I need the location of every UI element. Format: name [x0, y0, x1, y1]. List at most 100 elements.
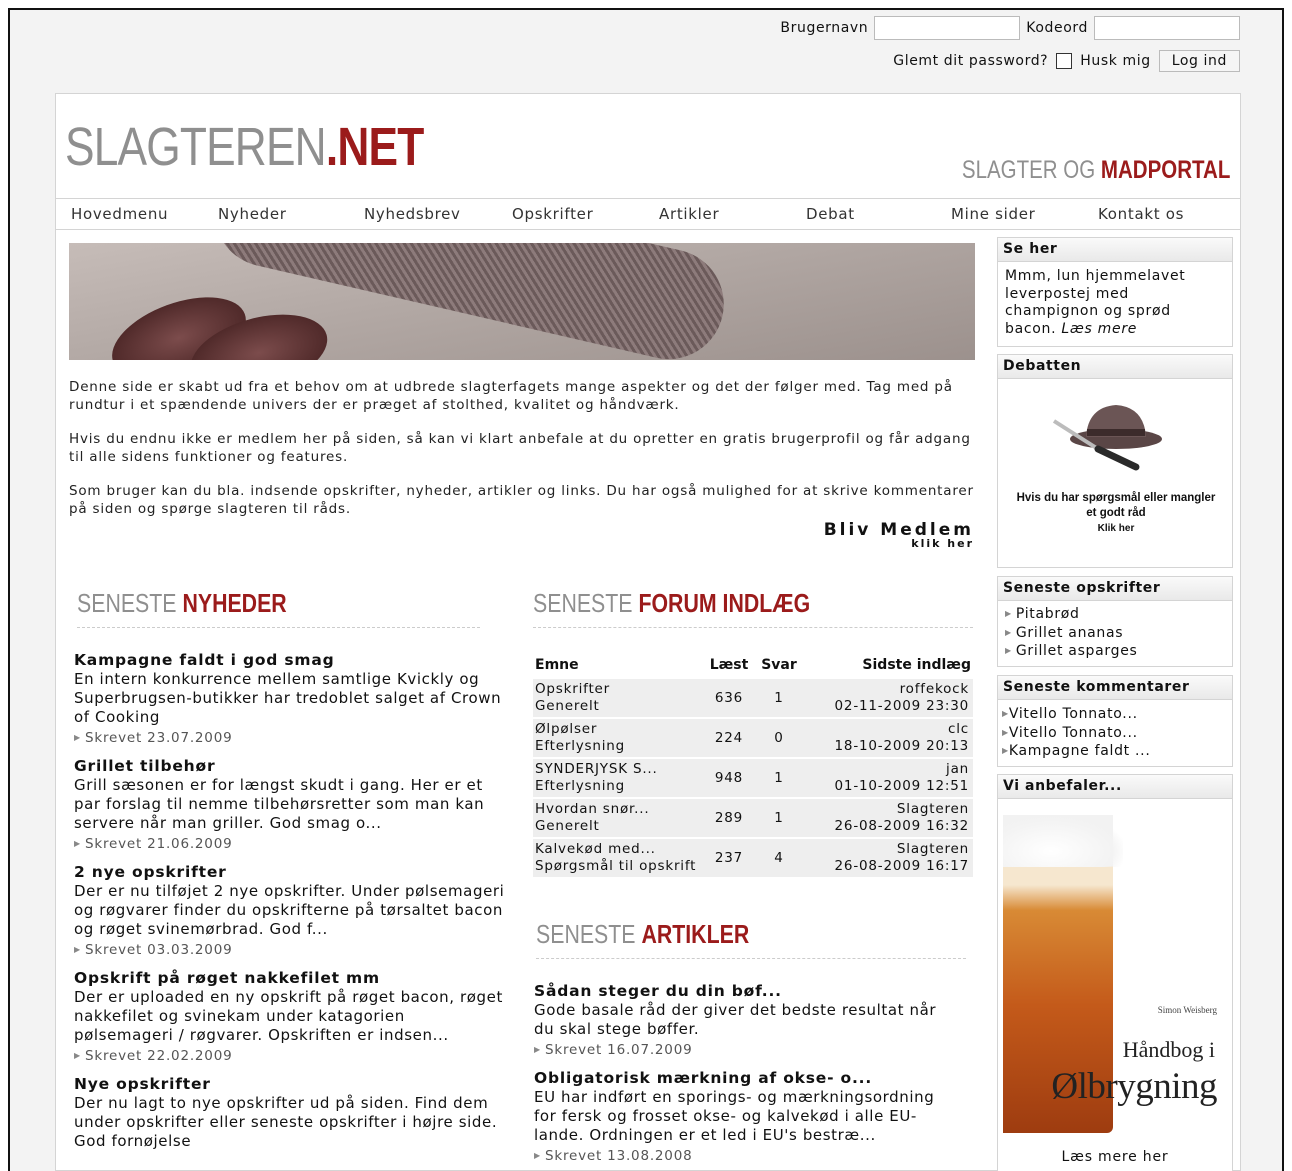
debatten-ad[interactable]: Hvis du har spørgsmål eller mangler et g…: [998, 379, 1232, 567]
debatten-click-here[interactable]: Klik her: [1016, 521, 1216, 536]
heading-red: FORUM INDLÆG: [638, 588, 811, 618]
nav-item-artikler[interactable]: Artikler: [659, 205, 719, 223]
news-date: ▶ Skrevet 23.07.2009: [74, 727, 506, 749]
heading-grey: SENESTE: [536, 919, 642, 949]
list-item[interactable]: ▶ Pitabrød: [1005, 605, 1225, 624]
book-cover[interactable]: Simon Weisberg Håndbog i Ølbrygning: [1003, 815, 1229, 1133]
comment-link[interactable]: Vitello Tonnato...: [1009, 725, 1138, 741]
tagline-grey: SLAGTER OG: [961, 156, 1101, 184]
nav-item-debat[interactable]: Debat: [806, 205, 855, 223]
comment-link[interactable]: Vitello Tonnato...: [1009, 706, 1138, 722]
forgot-password-link[interactable]: Glemt dit password?: [893, 53, 1048, 69]
last-post-user[interactable]: jan: [805, 761, 969, 778]
arrow-icon: ▶: [1005, 609, 1012, 618]
news-title[interactable]: Grillet tilbehør: [74, 757, 506, 776]
password-input[interactable]: [1094, 16, 1240, 40]
article-text: Gode basale råd der giver det bedste res…: [534, 1001, 937, 1038]
col-laest: Læst: [709, 657, 749, 673]
article-date: ▶ Skrevet 16.07.2009: [534, 1039, 954, 1061]
news-title[interactable]: Opskrift på røget nakkefilet mm: [74, 969, 506, 988]
table-row[interactable]: SYNDERJYSK S... Efterlysning 948 1 jan 01-…: [533, 759, 973, 797]
table-row[interactable]: Kalvekød med... Spørgsmål til opskrift 23…: [533, 839, 973, 877]
recipe-link[interactable]: Grillet ananas: [1016, 625, 1123, 641]
table-row[interactable]: Opskrifter Generelt 636 1 roffekock 02-11-…: [533, 679, 973, 717]
arrow-icon: ▶: [74, 945, 81, 954]
last-post-cell: Slagteren 26-08-2009 16:32: [803, 799, 973, 837]
news-date-text: Skrevet 23.07.2009: [84, 730, 233, 746]
read-more-here-link[interactable]: Læs mere her: [998, 1149, 1232, 1165]
intro-paragraph: Denne side er skabt ud fra et behov om a…: [69, 379, 953, 413]
last-post-cell: roffekock 02-11-2009 23:30: [803, 679, 973, 717]
list-item[interactable]: ▶Vitello Tonnato...: [1002, 724, 1225, 743]
debatten-box: Debatten Hvis du har spørgsmål eller man…: [997, 354, 1233, 568]
nav-item-nyheder[interactable]: Nyheder: [218, 205, 287, 223]
topic-cell: Opskrifter Generelt: [533, 679, 703, 717]
reply-count: 1: [755, 759, 803, 797]
table-row[interactable]: Ølpølser Efterlysning 224 0 clc 18-10-2009…: [533, 719, 973, 757]
last-post-user[interactable]: roffekock: [805, 681, 969, 698]
book-title-line1: Håndbog i: [1122, 1037, 1215, 1062]
recipe-link[interactable]: Grillet asparges: [1016, 643, 1138, 659]
intro-paragraph: Som bruger kan du bla. indsende opskrift…: [69, 483, 974, 517]
last-post-cell: clc 18-10-2009 20:13: [803, 719, 973, 757]
table-row[interactable]: Hvordan snør... Generelt 289 1 Slagteren 2…: [533, 799, 973, 837]
list-item[interactable]: ▶ Grillet ananas: [1005, 624, 1225, 643]
arrow-icon: ▶: [1002, 727, 1009, 737]
comments-box: Seneste kommentarer ▶Vitello Tonnato... …: [997, 675, 1233, 767]
username-input[interactable]: [874, 16, 1021, 40]
topic-title[interactable]: Kalvekød med...: [535, 841, 701, 858]
site-logo[interactable]: SLAGTEREN.NET: [65, 116, 424, 178]
box-title: Seneste kommentarer: [998, 676, 1232, 700]
forum-heading: SENESTE FORUM INDLÆG: [533, 588, 810, 619]
last-post-user[interactable]: clc: [805, 721, 969, 738]
remember-checkbox[interactable]: [1056, 53, 1073, 69]
nav-item-opskrifter[interactable]: Opskrifter: [512, 205, 593, 223]
last-post-date: 18-10-2009 20:13: [834, 738, 969, 754]
col-svar: Svar: [761, 657, 797, 673]
arrow-icon: ▶: [74, 733, 81, 742]
article-title[interactable]: Obligatorisk mærkning af okse- o...: [534, 1069, 954, 1088]
become-member-link[interactable]: Bliv Medlem klik her: [824, 520, 974, 550]
nav-item-hovedmenu[interactable]: Hovedmenu: [71, 205, 168, 223]
news-heading: SENESTE NYHEDER: [77, 588, 287, 619]
news-date: ▶ Skrevet 22.02.2009: [74, 1045, 506, 1067]
news-title[interactable]: Nye opskrifter: [74, 1075, 506, 1094]
forum-header-row: Emne Læst Svar Sidste indlæg: [533, 653, 973, 677]
list-item[interactable]: ▶Vitello Tonnato...: [1002, 705, 1225, 724]
topic-title[interactable]: Hvordan snør...: [535, 801, 701, 818]
hat-knife-icon: [1052, 405, 1162, 471]
last-post-user[interactable]: Slagteren: [805, 801, 969, 818]
col-sidste: Sidste indlæg: [862, 657, 971, 673]
topic-title[interactable]: SYNDERJYSK S...: [535, 761, 701, 778]
topic-title[interactable]: Ølpølser: [535, 721, 701, 738]
heading-grey: SENESTE: [77, 588, 183, 618]
username-label: Brugernavn: [780, 20, 869, 36]
nav-item-mine-sider[interactable]: Mine sider: [951, 205, 1036, 223]
remember-label: Husk mig: [1080, 53, 1151, 69]
article-title[interactable]: Sådan steger du din bøf...: [534, 982, 954, 1001]
news-item: Grillet tilbehør Grill sæsonen er for læ…: [74, 757, 506, 855]
last-post-user[interactable]: Slagteren: [805, 841, 969, 858]
news-item: Nye opskrifter Der nu lagt to nye opskri…: [74, 1075, 506, 1151]
topic-title[interactable]: Opskrifter: [535, 681, 701, 698]
nav-item-kontakt[interactable]: Kontakt os: [1098, 205, 1184, 223]
heading-red: NYHEDER: [182, 588, 287, 618]
hero-image: [69, 243, 975, 360]
arrow-icon: ▶: [534, 1151, 541, 1160]
password-label: Kodeord: [1026, 20, 1088, 36]
last-post-cell: jan 01-10-2009 12:51: [803, 759, 973, 797]
list-item[interactable]: ▶Kampagne faldt ...: [1002, 742, 1225, 761]
box-body: Mmm, lun hjemmelavet leverpostej med cha…: [998, 262, 1232, 344]
comment-link[interactable]: Kampagne faldt ...: [1009, 743, 1151, 759]
heading-red: ARTIKLER: [641, 919, 750, 949]
news-title[interactable]: 2 nye opskrifter: [74, 863, 506, 882]
login-button[interactable]: Log ind: [1158, 50, 1240, 72]
list-item[interactable]: ▶ Grillet asparges: [1005, 642, 1225, 661]
arrow-icon: ▶: [1002, 746, 1009, 755]
recipe-link[interactable]: Pitabrød: [1016, 606, 1080, 622]
news-title[interactable]: Kampagne faldt i god smag: [74, 651, 506, 670]
news-item: Kampagne faldt i god smag En intern konk…: [74, 651, 506, 749]
beer-foam: [1003, 815, 1123, 867]
nav-item-nyhedsbrev[interactable]: Nyhedsbrev: [364, 205, 461, 223]
read-more-link[interactable]: Læs mere: [1061, 321, 1137, 337]
